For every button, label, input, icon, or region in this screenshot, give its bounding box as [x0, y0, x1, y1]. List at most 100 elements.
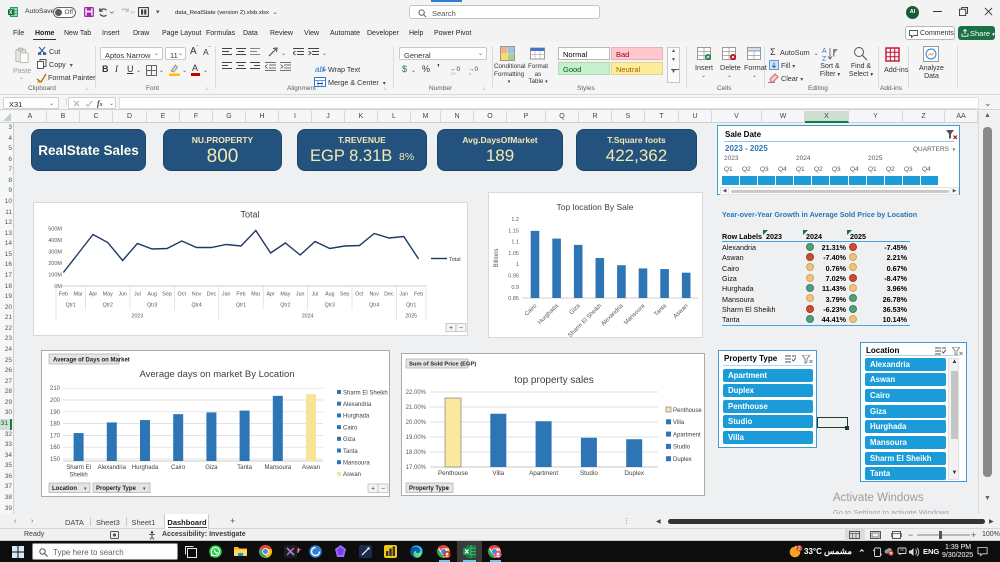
svg-text:0.95: 0.95 [508, 274, 519, 280]
svg-text:Qtr1: Qtr1 [236, 302, 246, 308]
svg-text:Qtr2: Qtr2 [103, 302, 113, 308]
svg-text:Hurghada: Hurghada [537, 303, 560, 326]
svg-text:A: A [822, 48, 827, 55]
svg-text:Jul: Jul [134, 291, 141, 297]
svg-text:Average days on market By Loca: Average days on market By Location [139, 369, 294, 380]
svg-text:Dec: Dec [207, 291, 217, 297]
svg-text:Jun: Jun [296, 291, 305, 297]
svg-text:Cairo: Cairo [524, 303, 539, 318]
svg-text:Feb: Feb [414, 291, 423, 297]
svg-text:200M: 200M [48, 261, 62, 267]
svg-text:top property sales: top property sales [514, 375, 594, 386]
svg-text:+: + [371, 486, 375, 493]
svg-text:21.00%: 21.00% [406, 405, 427, 411]
svg-text:Oct: Oct [178, 291, 187, 297]
svg-text:Jun: Jun [118, 291, 127, 297]
svg-text:20.00%: 20.00% [406, 420, 427, 426]
svg-text:Qtr2: Qtr2 [280, 302, 290, 308]
svg-text:Qtr4: Qtr4 [369, 302, 379, 308]
svg-text:200: 200 [50, 398, 61, 404]
svg-text:Jan: Jan [400, 291, 409, 297]
svg-text:Villa: Villa [492, 470, 504, 477]
svg-text:150: 150 [50, 457, 61, 463]
svg-text:Apartment: Apartment [529, 470, 558, 477]
svg-text:Oct: Oct [355, 291, 364, 297]
svg-text:Mansoura: Mansoura [623, 303, 647, 327]
svg-text:1.1: 1.1 [511, 240, 519, 246]
svg-text:19.00%: 19.00% [406, 435, 427, 441]
svg-text:Sep: Sep [340, 291, 349, 297]
svg-text:300M: 300M [48, 249, 62, 255]
svg-text:400M: 400M [48, 238, 62, 244]
svg-text:17.00%: 17.00% [406, 465, 427, 471]
svg-text:Sheikh: Sheikh [69, 473, 87, 479]
svg-text:Tanta: Tanta [653, 303, 668, 318]
svg-text:1: 1 [516, 262, 519, 268]
svg-text:Giza: Giza [205, 465, 218, 471]
svg-text:500M: 500M [48, 226, 62, 232]
svg-text:Aswan: Aswan [673, 303, 690, 320]
svg-text:Property Type: Property Type [96, 486, 137, 492]
svg-text:May: May [103, 291, 113, 297]
svg-text:Hurghada: Hurghada [132, 465, 159, 471]
svg-text:Alexandria: Alexandria [98, 465, 127, 471]
svg-text:Total: Total [449, 257, 461, 263]
svg-text:Top location By Sale: Top location By Sale [556, 202, 633, 212]
svg-text:Mar: Mar [74, 291, 83, 297]
svg-text:Cairo: Cairo [171, 465, 186, 471]
svg-text:Location: Location [52, 486, 77, 492]
svg-text:Feb: Feb [59, 291, 68, 297]
svg-text:Qtr4: Qtr4 [191, 302, 201, 308]
svg-text:Nov: Nov [369, 291, 379, 297]
svg-text:210: 210 [50, 386, 61, 392]
svg-text:Z: Z [822, 56, 827, 61]
svg-text:Tanta: Tanta [237, 465, 252, 471]
svg-text:Aug: Aug [325, 291, 334, 297]
svg-text:Dec: Dec [384, 291, 394, 297]
svg-text:Average of Days on Market: Average of Days on Market [53, 358, 130, 364]
svg-text:2: 2 [798, 546, 801, 552]
svg-text:1.2: 1.2 [511, 217, 519, 223]
svg-text:ab: ab [315, 65, 324, 74]
svg-text:100M: 100M [48, 272, 62, 278]
svg-text:Giza: Giza [569, 303, 582, 316]
svg-text:18.00%: 18.00% [406, 450, 427, 456]
svg-text:Qtr3: Qtr3 [147, 302, 157, 308]
svg-text:Qtr1: Qtr1 [406, 302, 416, 308]
svg-text:22.00%: 22.00% [406, 390, 427, 396]
svg-text:Tanta: Tanta [343, 449, 358, 455]
svg-text:Penthouse: Penthouse [438, 470, 469, 477]
svg-text:1.05: 1.05 [508, 251, 519, 257]
svg-text:May: May [280, 291, 290, 297]
svg-text:Mar: Mar [251, 291, 260, 297]
svg-text:160: 160 [50, 445, 61, 451]
svg-text:Duplex: Duplex [673, 457, 692, 463]
svg-text:Jan: Jan [222, 291, 231, 297]
svg-text:−: − [459, 325, 463, 332]
svg-text:0.85: 0.85 [508, 296, 519, 302]
svg-text:Jul: Jul [312, 291, 319, 297]
svg-text:Property Type: Property Type [409, 486, 450, 492]
svg-text:Alexandria: Alexandria [343, 402, 372, 408]
svg-text:Billions: Billions [494, 248, 500, 267]
svg-text:Giza: Giza [343, 437, 356, 443]
svg-text:Feb: Feb [236, 291, 245, 297]
svg-text:Total: Total [240, 209, 259, 219]
svg-text:190: 190 [50, 410, 61, 416]
svg-text:Aswan: Aswan [302, 465, 320, 471]
svg-text:0.9: 0.9 [511, 285, 519, 291]
svg-text:2024: 2024 [302, 313, 314, 319]
svg-text:1.15: 1.15 [508, 228, 519, 234]
svg-text:Apartment: Apartment [673, 432, 701, 438]
svg-text:2023: 2023 [132, 313, 144, 319]
svg-text:Sum of Sold Price (EGP): Sum of Sold Price (EGP) [409, 362, 476, 368]
svg-text:Qtr3: Qtr3 [325, 302, 335, 308]
svg-text:Sharm El: Sharm El [66, 465, 91, 471]
svg-text:Nov: Nov [192, 291, 202, 297]
svg-text:2025: 2025 [405, 313, 417, 319]
svg-text:Cairo: Cairo [343, 425, 358, 431]
svg-text:Sep: Sep [162, 291, 171, 297]
svg-text:−: − [381, 486, 385, 493]
svg-text:Qtr1: Qtr1 [66, 302, 76, 308]
svg-text:Studio: Studio [673, 445, 691, 451]
